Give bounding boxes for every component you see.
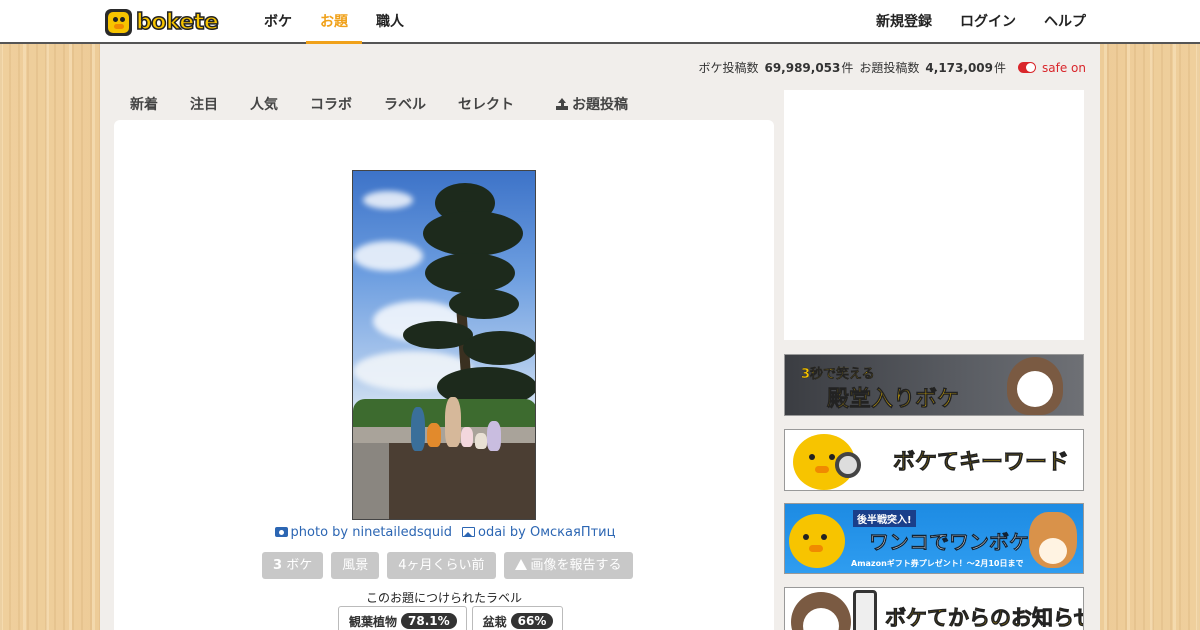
ad-slot [784, 90, 1084, 340]
phone-icon [853, 590, 877, 630]
character-icon [1007, 357, 1063, 415]
label-name: 盆栽 [482, 614, 507, 629]
odai-credit-link[interactable]: odai by ОмскаяПтиц [462, 525, 615, 540]
odai-credit-text: odai by ОмскаяПтиц [478, 525, 616, 540]
chick-icon [789, 514, 845, 568]
label-name: 観葉植物 [349, 614, 398, 629]
site-header: bokete ボケ お題 職人 新規登録 ログイン ヘルプ [0, 0, 1200, 44]
safe-label: safe on [1042, 60, 1086, 75]
nav-signup[interactable]: 新規登録 [862, 0, 946, 44]
label-chip[interactable]: 観葉植物 78.1% [338, 606, 467, 630]
main-nav: ボケ お題 職人 [250, 0, 418, 44]
logo-wordmark: bokete [135, 9, 219, 36]
tab-post-odai-label: お題投稿 [572, 97, 628, 113]
banner2-text: ボケてキーワード [893, 450, 1070, 476]
banner3-big-text: ワンコでワンボケ! [869, 530, 1039, 555]
post-stats: ボケ投稿数 69,989,053 件 お題投稿数 4,173,009 件 safe … [698, 59, 1086, 76]
boke-count-button[interactable]: 3 ボケ [262, 552, 324, 579]
tab-featured[interactable]: 注目 [174, 94, 234, 120]
bokete-chick-logo-icon [105, 9, 132, 36]
label-percent: 78.1% [401, 613, 457, 629]
boke-count: 69,989,053 [764, 60, 841, 75]
magnifier-icon [835, 452, 861, 478]
banner1-big-text: 殿堂入りボケ [827, 387, 960, 413]
odai-count-label: お題投稿数 [859, 61, 920, 75]
label-chip[interactable]: 盆栽 66% [471, 606, 564, 630]
odai-count-unit: 件 [994, 61, 1007, 75]
boke-count-label: ボケ投稿数 [698, 61, 759, 75]
label-percent: 66% [510, 613, 554, 629]
nav-boke[interactable]: ボケ [250, 0, 306, 44]
tab-label[interactable]: ラベル [368, 94, 442, 120]
banner1-small-text: 3秒で笑える [801, 367, 875, 382]
warning-icon [514, 559, 527, 570]
account-nav: 新規登録 ログイン ヘルプ [862, 0, 1100, 44]
labels-title: このお題につけられたラベル [365, 591, 522, 605]
image-icon [462, 527, 475, 537]
safe-toggle[interactable] [1018, 62, 1037, 73]
tab-popular[interactable]: 人気 [234, 94, 294, 120]
dog-icon [1029, 512, 1077, 568]
camera-icon [274, 527, 288, 537]
category-button[interactable]: 風景 [331, 552, 380, 579]
report-image-button[interactable]: 画像を報告する [503, 552, 633, 579]
banner-hall-of-fame[interactable]: 3秒で笑える 殿堂入りボケ [784, 354, 1084, 416]
odai-photo[interactable] [352, 170, 536, 520]
tab-select[interactable]: セレクト [442, 94, 530, 120]
banner-wanko[interactable]: 後半戦突入! ワンコでワンボケ! Amazonギフト券プレゼント！〜2月10日ま… [784, 503, 1084, 574]
banner4-text: ボケてからのお知らせ [885, 606, 1084, 630]
tab-post-odai[interactable]: お題投稿 [530, 94, 644, 120]
main-container: ボケ投稿数 69,989,053 件 お題投稿数 4,173,009 件 safe … [100, 44, 1100, 630]
photo-credit-text: photo by ninetailedsquid [290, 525, 452, 540]
banner-news[interactable]: ボケてからのお知らせ [784, 587, 1084, 630]
character-icon [791, 592, 851, 630]
nav-help[interactable]: ヘルプ [1030, 0, 1100, 44]
banner-keyword[interactable]: ボケてキーワード [784, 429, 1084, 491]
odai-actions: 3 ボケ 風景 4ヶ月くらい前 画像を報告する [262, 552, 633, 579]
nav-odai[interactable]: お題 [306, 0, 362, 44]
upload-icon [556, 98, 568, 110]
bokete-logo[interactable]: bokete [105, 9, 231, 36]
time-ago-button[interactable]: 4ヶ月くらい前 [387, 552, 496, 579]
photo-credit-link[interactable]: photo by ninetailedsquid [274, 525, 452, 540]
tab-collab[interactable]: コラボ [294, 94, 368, 120]
banner3-small-text: 後半戦突入! [853, 510, 916, 527]
odai-card: photo by ninetailedsquid odai by ОмскаяП… [114, 120, 774, 630]
nav-login[interactable]: ログイン [946, 0, 1030, 44]
report-label: 画像を報告する [530, 558, 622, 573]
nav-shokunin[interactable]: 職人 [362, 0, 418, 44]
boke-count-unit: 件 [841, 61, 854, 75]
boke-count-number: 3 [273, 558, 283, 573]
label-list: 観葉植物 78.1% 盆栽 66% [338, 606, 564, 630]
odai-count: 4,173,009 [925, 60, 993, 75]
odai-tabs: 新着 注目 人気 コラボ ラベル セレクト お題投稿 [114, 94, 774, 120]
boke-count-text: ボケ [286, 558, 313, 573]
tab-new[interactable]: 新着 [114, 94, 174, 120]
credits: photo by ninetailedsquid odai by ОмскаяП… [114, 525, 774, 540]
banner3-sub-text: Amazonギフト券プレゼント！〜2月10日まで [851, 559, 1024, 568]
